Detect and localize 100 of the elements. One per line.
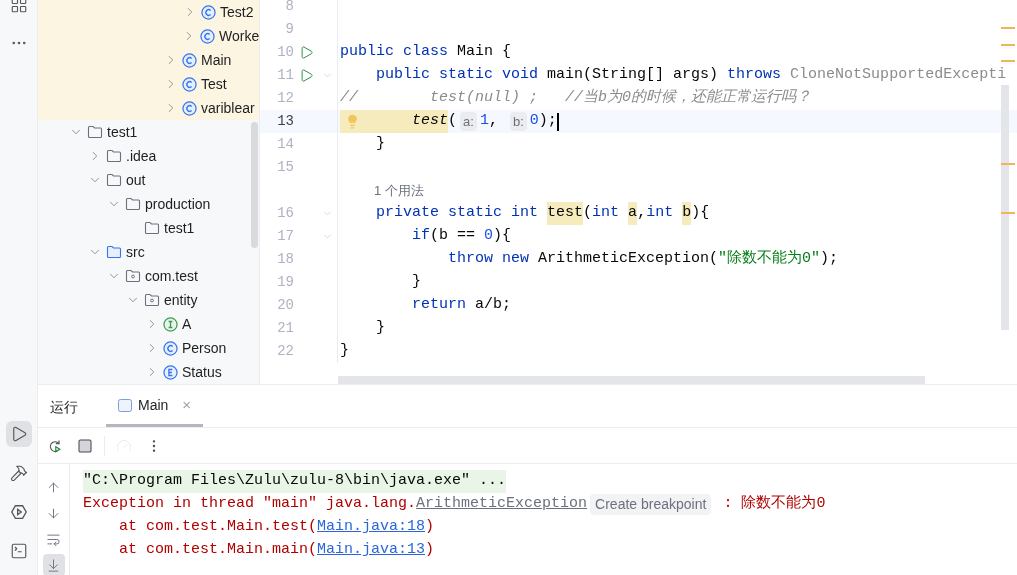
tree-item[interactable]: production xyxy=(38,192,259,216)
code-token: test xyxy=(547,202,584,225)
code-token: return xyxy=(411,295,468,316)
tree-item[interactable]: Status xyxy=(38,360,259,384)
error-text: ) xyxy=(425,517,435,538)
class-icon xyxy=(201,4,216,20)
error-text: at com.test.Main.test( xyxy=(118,517,318,538)
code-token: ); xyxy=(820,249,839,270)
source-link[interactable]: Main.java:13 xyxy=(317,539,426,562)
line-number: 20 xyxy=(276,296,294,315)
stop-icon[interactable] xyxy=(77,437,93,454)
tree-item[interactable]: test1 xyxy=(38,216,259,240)
code-token: 0 xyxy=(484,226,494,247)
code-token: b xyxy=(682,202,692,225)
create-breakpoint-button[interactable]: Create breakpoint xyxy=(590,494,712,515)
tree-item[interactable]: Main xyxy=(38,48,259,72)
code-token: ){ xyxy=(691,203,710,224)
enum-icon xyxy=(163,364,178,380)
code-token: // test(null) ; //当b为0的时候，还能正常运行吗？ xyxy=(340,87,812,109)
code-token: void xyxy=(502,65,540,86)
error-text: : 除数不能为0 xyxy=(722,493,826,515)
tree-item[interactable]: entity xyxy=(38,288,259,312)
interface-icon xyxy=(163,316,178,332)
panel-title: 运行 xyxy=(50,397,78,417)
code-token: } xyxy=(411,272,421,293)
tree-item[interactable]: Person xyxy=(38,336,259,360)
code-token: if xyxy=(411,226,430,247)
code-token: int xyxy=(646,203,675,224)
line-number: 11 xyxy=(276,66,294,85)
tree-item[interactable]: Test2 xyxy=(38,0,259,24)
folder-icon xyxy=(106,173,122,187)
package-icon xyxy=(144,293,160,307)
folder-icon xyxy=(106,149,122,163)
code-token: } xyxy=(375,318,385,339)
scroll-end-icon[interactable] xyxy=(42,554,65,575)
code-token: , xyxy=(488,111,499,132)
line-number: 15 xyxy=(276,158,294,177)
scrollbar[interactable] xyxy=(251,122,258,248)
code-token: ); xyxy=(538,111,557,132)
code-token: a/b; xyxy=(475,295,512,316)
run-tab[interactable]: Main × xyxy=(106,387,204,427)
class-icon xyxy=(200,28,215,44)
tree-item[interactable]: out xyxy=(38,168,259,192)
tree-item[interactable]: com.test xyxy=(38,264,259,288)
code-token: ( xyxy=(448,111,458,132)
code-token: class xyxy=(403,42,450,63)
code-token: ( xyxy=(583,203,593,224)
scrollbar[interactable] xyxy=(1001,85,1009,330)
code-token: a xyxy=(628,202,638,225)
code-token: throws xyxy=(727,65,783,86)
code-token: static xyxy=(439,65,495,86)
rerun-icon[interactable] xyxy=(47,437,63,454)
run-icon[interactable] xyxy=(298,68,314,83)
code-token: CloneNotSupportedExcepti xyxy=(790,65,1007,86)
folder-icon xyxy=(125,197,141,211)
line-number: 8 xyxy=(284,0,294,16)
run-icon[interactable] xyxy=(298,45,314,60)
tree-item[interactable]: Worke xyxy=(38,24,259,48)
tree-item[interactable]: src xyxy=(38,240,259,264)
code-token: "除数不能为0" xyxy=(718,248,821,270)
code-token: int xyxy=(592,203,621,224)
tree-item[interactable]: variblear xyxy=(38,96,259,120)
code-token: } xyxy=(340,341,349,362)
code-token: public xyxy=(375,65,431,86)
code-token: 0 xyxy=(529,111,539,132)
code-token: } xyxy=(375,134,385,155)
command-text: "C:\Program Files\Zulu\zulu-8\bin\java.exe" ... xyxy=(83,470,507,493)
line-number: 21 xyxy=(276,319,294,338)
code-token: Main { xyxy=(457,42,512,63)
lightbulb-icon[interactable] xyxy=(345,114,360,129)
line-number: 9 xyxy=(284,20,294,39)
code-token: (b == xyxy=(430,226,477,247)
code-token: throw xyxy=(447,249,495,270)
parameter-hint: b: xyxy=(509,111,527,132)
code-token: ArithmeticException( xyxy=(538,249,719,270)
error-text: Exception in thread "main" java.lang. xyxy=(83,494,417,515)
class-icon xyxy=(163,340,178,356)
folder-icon xyxy=(87,125,103,139)
tree-item[interactable]: test1 xyxy=(38,120,259,144)
error-text: at com.test.Main.main( xyxy=(118,540,318,561)
line-number: 17 xyxy=(276,227,294,246)
line-number: 14 xyxy=(276,135,294,154)
class-icon xyxy=(182,76,197,92)
code-token: main(String[] args) xyxy=(547,65,720,86)
horizontal-scrollbar[interactable] xyxy=(338,376,925,384)
tree-item[interactable]: .idea xyxy=(38,144,259,168)
usages-hint[interactable]: 1 个用法 xyxy=(338,179,424,202)
code-token: test xyxy=(340,110,449,133)
exception-link[interactable]: ArithmeticException xyxy=(416,493,588,516)
tree-item[interactable]: Test xyxy=(38,72,259,96)
line-number: 18 xyxy=(276,250,294,269)
tree-item[interactable]: A xyxy=(38,312,259,336)
folder-icon xyxy=(106,245,122,259)
code-token: ){ xyxy=(493,226,512,247)
source-link[interactable]: Main.java:18 xyxy=(317,516,426,539)
folder-icon xyxy=(144,221,160,235)
run-icon[interactable] xyxy=(5,421,32,447)
text-cursor xyxy=(556,112,559,131)
code-token: , xyxy=(637,203,647,224)
line-number: 12 xyxy=(276,89,294,108)
